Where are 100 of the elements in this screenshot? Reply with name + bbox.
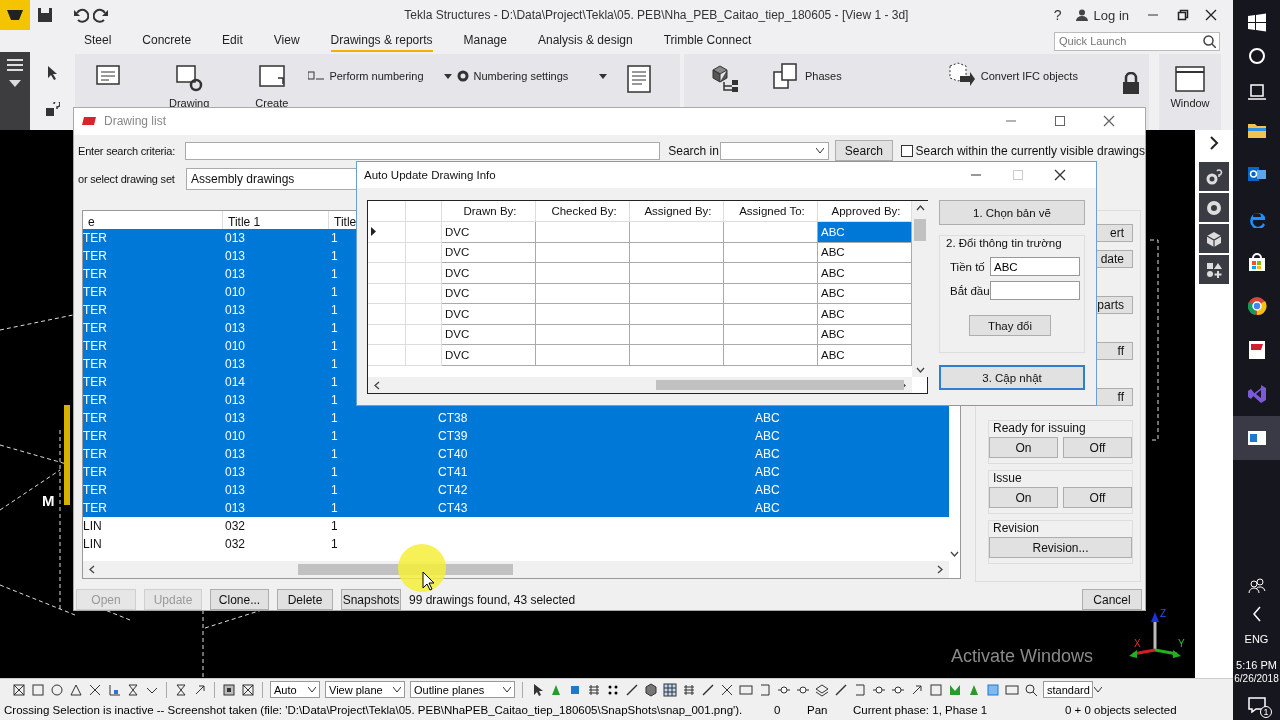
search-button[interactable]: Search xyxy=(835,140,893,162)
bag-icon[interactable] xyxy=(1246,252,1267,272)
text-field[interactable] xyxy=(990,281,1080,300)
square-icon[interactable] xyxy=(31,682,45,697)
maximize-icon[interactable] xyxy=(1054,115,1066,128)
action-button[interactable]: Clone... xyxy=(210,589,269,610)
studio-icon[interactable] xyxy=(1246,384,1267,404)
dropdown[interactable]: Outline planes xyxy=(410,681,515,698)
box-icon[interactable] xyxy=(986,682,1000,697)
caret-icon[interactable] xyxy=(393,687,401,692)
ribbon-command[interactable]: Drawing xyxy=(169,64,210,109)
row-header[interactable] xyxy=(368,222,406,243)
save-icon[interactable] xyxy=(37,7,53,23)
ribbon-command[interactable]: Numbering settings xyxy=(443,70,608,82)
search-field[interactable] xyxy=(185,141,661,160)
ribbon-tab[interactable]: Analysis & design xyxy=(537,30,633,52)
caret-icon[interactable] xyxy=(308,687,316,692)
text-field[interactable]: ABC xyxy=(990,257,1080,276)
caret-icon[interactable] xyxy=(599,73,608,79)
cube-icon[interactable] xyxy=(1205,229,1223,248)
undo-icon[interactable] xyxy=(73,7,89,23)
grid-icon[interactable] xyxy=(682,682,696,697)
scrollbar-thumb[interactable] xyxy=(656,380,904,390)
panel-button[interactable]: Off xyxy=(1063,487,1132,508)
scroll-down-icon[interactable] xyxy=(950,551,959,557)
panel-button[interactable]: Revision... xyxy=(989,537,1132,558)
round-logo-icon[interactable] xyxy=(1246,296,1267,316)
filled-square-icon[interactable] xyxy=(222,682,236,697)
hourglass-icon[interactable] xyxy=(174,682,188,697)
help-button[interactable]: ? xyxy=(1053,7,1062,23)
apply-button[interactable]: 3. Cập nhật xyxy=(939,365,1085,390)
app-tile-icon[interactable] xyxy=(1246,340,1267,360)
ribbon-tab[interactable]: Drawings & reports xyxy=(330,30,433,52)
ribbon-tab[interactable]: Steel xyxy=(84,30,112,52)
action-button[interactable]: Delete xyxy=(277,589,333,610)
help-gear-icon[interactable] xyxy=(1205,167,1223,186)
people-icon[interactable] xyxy=(1246,576,1267,596)
cross-icon[interactable] xyxy=(88,682,102,697)
caret-icon[interactable] xyxy=(1093,687,1102,692)
action-button[interactable]: Snapshots xyxy=(341,589,401,610)
window-tile-icon[interactable] xyxy=(1246,428,1267,448)
cancel-button[interactable]: Cancel xyxy=(1082,589,1142,610)
restore-icon[interactable] xyxy=(1177,9,1189,21)
task-view-icon[interactable] xyxy=(1246,82,1267,102)
bracket-icon[interactable] xyxy=(758,682,772,697)
circle-icon[interactable] xyxy=(50,682,64,697)
ribbon-tab[interactable]: Concrete xyxy=(142,30,192,52)
triangle-icon[interactable] xyxy=(69,682,83,697)
ribbon-tab[interactable]: Trimble Connect xyxy=(663,30,752,52)
ribbon-command[interactable]: Create xyxy=(255,64,289,109)
notification-icon[interactable] xyxy=(1247,697,1266,713)
square-icon[interactable] xyxy=(929,682,943,697)
arrow-icon[interactable] xyxy=(910,682,924,697)
search-icon[interactable] xyxy=(1203,34,1216,48)
ribbon-tab[interactable]: Manage xyxy=(463,30,507,52)
ribbon-command[interactable]: Convert IFC objects xyxy=(945,62,1078,90)
cube-icon[interactable] xyxy=(644,682,658,697)
caret-icon[interactable] xyxy=(443,73,452,79)
line-icon[interactable] xyxy=(834,682,848,697)
bracket-icon[interactable] xyxy=(853,682,867,697)
ribbon-command[interactable]: Perform numbering xyxy=(308,70,424,82)
close-icon[interactable] xyxy=(1205,9,1217,21)
line-icon[interactable] xyxy=(701,682,715,697)
arrow-icon[interactable] xyxy=(193,682,207,697)
ribbon-tab[interactable]: View xyxy=(273,30,300,52)
shapes-icon[interactable] xyxy=(1205,260,1223,279)
windows-logo-icon[interactable] xyxy=(1246,13,1267,33)
scrollbar-thumb[interactable] xyxy=(914,219,926,241)
ribbon-tab[interactable]: Edit xyxy=(222,30,243,52)
scroll-left-icon[interactable] xyxy=(89,565,95,574)
cross-icon[interactable] xyxy=(720,682,734,697)
scroll-right-icon[interactable] xyxy=(937,565,943,574)
layers-icon[interactable] xyxy=(815,682,829,697)
panel-button[interactable]: On xyxy=(989,437,1058,458)
scroll-up-icon[interactable] xyxy=(915,205,925,211)
hatched-grid-icon[interactable] xyxy=(663,682,677,697)
pointer-icon[interactable] xyxy=(46,66,59,80)
choose-button[interactable]: 1. Chọn bản vẽ xyxy=(939,200,1085,225)
redo-icon[interactable] xyxy=(93,7,109,23)
dropdown[interactable]: View plane xyxy=(325,681,405,698)
search-icon[interactable] xyxy=(1246,46,1267,66)
quick-launch-field[interactable]: Quick Launch xyxy=(1054,31,1220,51)
query-icon[interactable] xyxy=(45,102,60,116)
close-icon[interactable] xyxy=(1054,169,1066,181)
mail-icon[interactable] xyxy=(1246,164,1267,184)
panel-button[interactable]: On xyxy=(989,487,1058,508)
ribbon-command[interactable]: Phases xyxy=(772,62,842,90)
caret-icon[interactable] xyxy=(503,687,511,692)
panel-button[interactable]: Off xyxy=(1063,437,1132,458)
rectangle-icon[interactable] xyxy=(739,682,753,697)
caret-icon[interactable] xyxy=(9,80,21,87)
change-button[interactable]: Thay đổi xyxy=(969,315,1051,336)
zoom-icon[interactable] xyxy=(1024,682,1038,697)
scroll-left-icon[interactable] xyxy=(374,380,380,390)
box-cross-icon[interactable] xyxy=(12,682,26,697)
menu-icon[interactable] xyxy=(7,58,23,72)
box-cross-icon[interactable] xyxy=(241,682,255,697)
rectangle-icon[interactable] xyxy=(1005,682,1019,697)
hourglass-icon[interactable] xyxy=(126,682,140,697)
login-link[interactable]: Log in xyxy=(1093,7,1129,23)
